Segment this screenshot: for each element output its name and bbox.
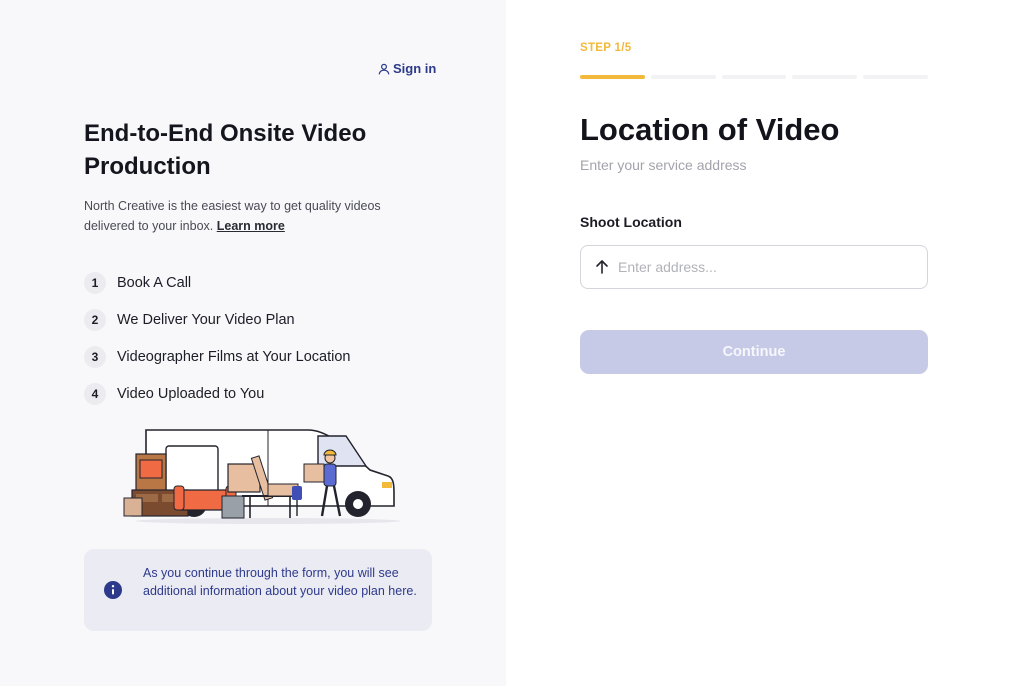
continue-button[interactable]: Continue <box>580 330 928 374</box>
step-number: 2 <box>84 308 106 331</box>
learn-more-link[interactable]: Learn more <box>217 219 285 233</box>
progress-bar <box>580 75 928 79</box>
step-item: 4 Video Uploaded to You <box>84 375 414 412</box>
progress-segment <box>580 75 645 79</box>
step-number: 3 <box>84 345 106 368</box>
info-callout: As you continue through the form, you wi… <box>84 549 432 631</box>
step-number: 4 <box>84 382 106 405</box>
progress-segment <box>792 75 858 79</box>
page-headline: End-to-End Onsite Video Production <box>84 120 367 180</box>
info-icon <box>104 581 122 599</box>
step-number: 1 <box>84 271 106 294</box>
right-panel: STEP 1/5 Location of Video Enter your se… <box>506 0 1023 686</box>
step-label: We Deliver Your Video Plan <box>117 311 295 328</box>
form-subtitle: Enter your service address <box>580 157 747 173</box>
form-title: Location of Video <box>580 112 840 147</box>
address-input[interactable] <box>618 254 918 280</box>
step-label: Videographer Films at Your Location <box>117 348 351 365</box>
sign-in-link[interactable]: Sign in <box>378 61 436 76</box>
moving-van-illustration <box>123 429 400 524</box>
arrow-up-icon <box>596 260 608 274</box>
process-steps: 1 Book A Call 2 We Deliver Your Video Pl… <box>84 264 414 412</box>
step-label: Book A Call <box>117 274 192 291</box>
shoot-location-label: Shoot Location <box>580 214 682 230</box>
step-label: Video Uploaded to You <box>117 385 265 402</box>
sign-in-label: Sign in <box>393 61 437 76</box>
progress-segment <box>650 75 716 79</box>
step-item: 2 We Deliver Your Video Plan <box>84 301 414 338</box>
step-indicator: STEP 1/5 <box>580 42 632 54</box>
step-item: 3 Videographer Films at Your Location <box>84 338 414 375</box>
user-icon <box>378 63 390 74</box>
address-field[interactable] <box>580 245 928 289</box>
progress-segment <box>863 75 928 79</box>
left-panel: Sign in End-to-End Onsite Video Producti… <box>0 0 506 686</box>
step-item: 1 Book A Call <box>84 264 414 301</box>
intro-description: North Creative is the easiest way to get… <box>84 196 414 236</box>
progress-segment <box>721 75 787 79</box>
info-text: As you continue through the form, you wi… <box>143 566 417 598</box>
